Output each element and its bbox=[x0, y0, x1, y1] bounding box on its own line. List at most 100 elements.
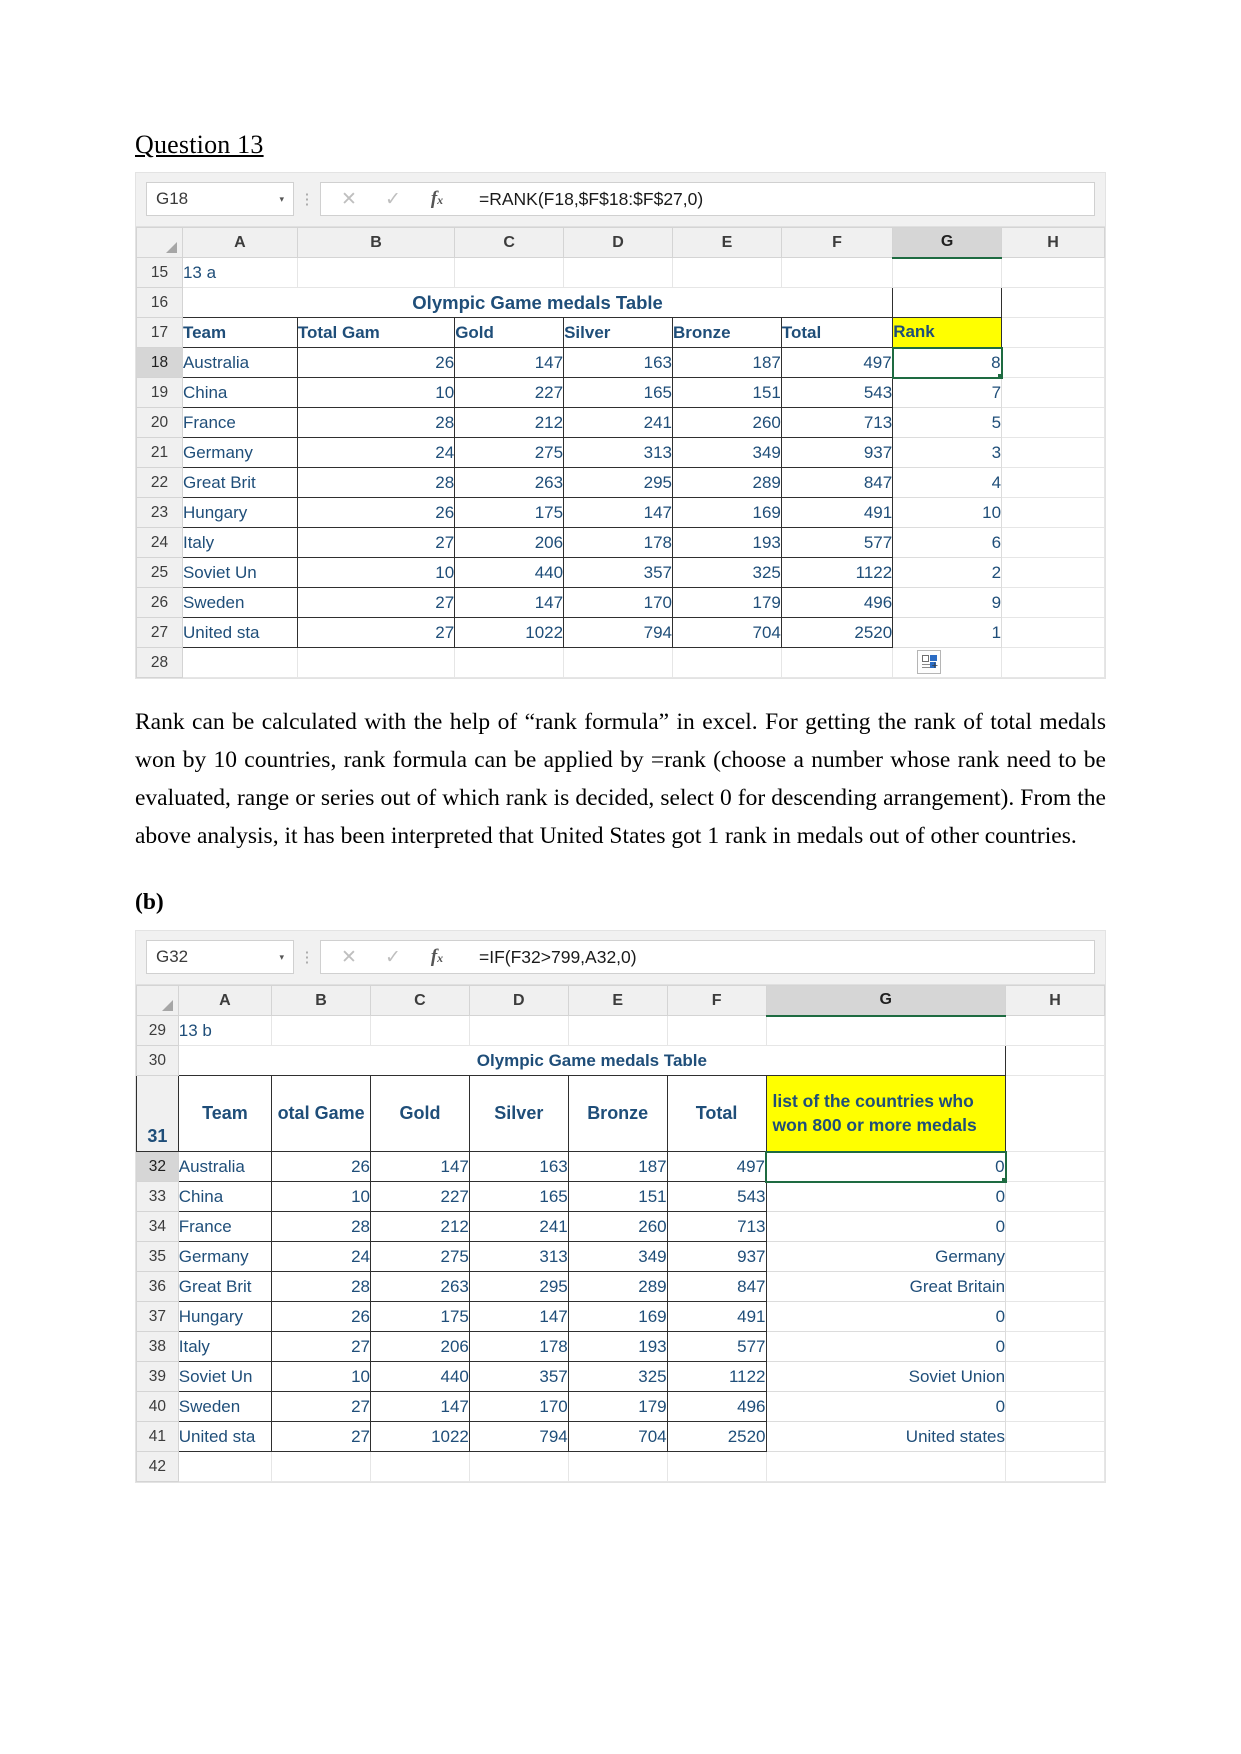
header-total[interactable]: Total bbox=[780, 317, 894, 348]
cell-team[interactable]: Germany bbox=[177, 1241, 273, 1272]
cell-games[interactable]: 24 bbox=[271, 1241, 372, 1272]
cell-team[interactable]: China bbox=[177, 1181, 273, 1212]
row-header-29[interactable]: 29 bbox=[136, 1015, 179, 1046]
row-header-32[interactable]: 32 bbox=[136, 1151, 179, 1182]
cell-total[interactable]: 713 bbox=[780, 407, 894, 438]
cell-h34[interactable] bbox=[1005, 1211, 1105, 1242]
cell-games[interactable]: 26 bbox=[296, 347, 456, 378]
confirm-icon[interactable]: ✓ bbox=[371, 946, 415, 969]
cell-h36[interactable] bbox=[1005, 1271, 1105, 1302]
cell-h33[interactable] bbox=[1005, 1181, 1105, 1212]
row-header-15[interactable]: 15 bbox=[136, 257, 183, 288]
cell-games[interactable]: 27 bbox=[271, 1391, 372, 1422]
cell-team[interactable]: Soviet Un bbox=[177, 1361, 273, 1392]
autofill-options-icon[interactable]: + bbox=[917, 650, 942, 674]
cell-games[interactable]: 28 bbox=[271, 1211, 372, 1242]
cell-c28[interactable] bbox=[454, 647, 565, 678]
cell-total[interactable]: 497 bbox=[666, 1151, 767, 1182]
header-bronze[interactable]: Bronze bbox=[567, 1075, 668, 1152]
cell-h24[interactable] bbox=[1001, 527, 1105, 558]
cell-gold[interactable]: 175 bbox=[454, 497, 565, 528]
header-rank[interactable]: Rank bbox=[892, 317, 1003, 348]
cell-games[interactable]: 24 bbox=[296, 437, 456, 468]
cell-result[interactable]: 0 bbox=[765, 1211, 1007, 1242]
table-title-a[interactable]: Olympic Game medals Table bbox=[181, 287, 894, 318]
column-header-b[interactable]: B bbox=[271, 985, 372, 1016]
cell-f29[interactable] bbox=[666, 1015, 767, 1046]
cell-bronze[interactable]: 151 bbox=[567, 1181, 668, 1212]
row-header-31[interactable]: 31 bbox=[136, 1075, 179, 1152]
chevron-down-icon[interactable]: ▾ bbox=[279, 194, 284, 205]
cell-h21[interactable] bbox=[1001, 437, 1105, 468]
cell-team[interactable]: Great Brit bbox=[177, 1271, 273, 1302]
cell-h16[interactable] bbox=[1001, 287, 1105, 318]
cell-gold[interactable]: 206 bbox=[454, 527, 565, 558]
cell-team[interactable]: Australia bbox=[181, 347, 298, 378]
row-header-18[interactable]: 18 bbox=[136, 347, 183, 378]
cell-total[interactable]: 496 bbox=[780, 587, 894, 618]
column-header-f[interactable]: F bbox=[666, 985, 767, 1016]
cell-h40[interactable] bbox=[1005, 1391, 1105, 1422]
column-header-f[interactable]: F bbox=[780, 227, 894, 258]
cell-result[interactable]: 0 bbox=[765, 1391, 1007, 1422]
cell-silver[interactable]: 178 bbox=[468, 1331, 569, 1362]
cell-gold[interactable]: 175 bbox=[370, 1301, 470, 1332]
cell-gold[interactable]: 147 bbox=[454, 347, 565, 378]
row-header-19[interactable]: 19 bbox=[136, 377, 183, 408]
cell-total[interactable]: 937 bbox=[780, 437, 894, 468]
more-options-icon[interactable]: ⋮ bbox=[294, 950, 320, 965]
cell-team[interactable]: France bbox=[177, 1211, 273, 1242]
row-header-42[interactable]: 42 bbox=[136, 1451, 179, 1482]
cell-result[interactable]: 0 bbox=[765, 1331, 1007, 1362]
cell-total[interactable]: 577 bbox=[666, 1331, 767, 1362]
row-header-37[interactable]: 37 bbox=[136, 1301, 179, 1332]
name-box-b[interactable]: G32 ▾ bbox=[146, 940, 294, 974]
row-header-30[interactable]: 30 bbox=[136, 1045, 179, 1076]
column-header-h[interactable]: H bbox=[1005, 985, 1105, 1016]
cell-bronze[interactable]: 289 bbox=[671, 467, 782, 498]
cell-team[interactable]: Great Brit bbox=[181, 467, 298, 498]
cell-result[interactable]: United states bbox=[765, 1421, 1007, 1452]
column-header-c[interactable]: C bbox=[454, 227, 565, 258]
header-gold[interactable]: Gold bbox=[454, 317, 565, 348]
cell-silver[interactable]: 313 bbox=[563, 437, 673, 468]
cell-gold[interactable]: 1022 bbox=[370, 1421, 470, 1452]
cell-games[interactable]: 27 bbox=[271, 1331, 372, 1362]
header-team[interactable]: Team bbox=[177, 1075, 273, 1152]
row-header-33[interactable]: 33 bbox=[136, 1181, 179, 1212]
column-header-h[interactable]: H bbox=[1001, 227, 1105, 258]
cell-total[interactable]: 496 bbox=[666, 1391, 767, 1422]
cell-e15[interactable] bbox=[671, 257, 782, 288]
cell-total[interactable]: 2520 bbox=[666, 1421, 767, 1452]
cell-a42[interactable] bbox=[177, 1451, 273, 1482]
confirm-icon[interactable]: ✓ bbox=[371, 188, 415, 211]
cell-bronze[interactable]: 187 bbox=[671, 347, 782, 378]
cell-g15[interactable] bbox=[892, 257, 1003, 288]
column-header-c[interactable]: C bbox=[370, 985, 470, 1016]
cell-games[interactable]: 28 bbox=[296, 467, 456, 498]
cell-silver[interactable]: 241 bbox=[563, 407, 673, 438]
cell-bronze[interactable]: 349 bbox=[671, 437, 782, 468]
cell-gold[interactable]: 275 bbox=[454, 437, 565, 468]
cell-b28[interactable] bbox=[296, 647, 456, 678]
cell-bronze[interactable]: 704 bbox=[671, 617, 782, 648]
cell-team[interactable]: Australia bbox=[177, 1151, 273, 1182]
cell-e29[interactable] bbox=[567, 1015, 668, 1046]
cell-total[interactable]: 491 bbox=[666, 1301, 767, 1332]
cell-silver[interactable]: 170 bbox=[468, 1391, 569, 1422]
cell-silver[interactable]: 313 bbox=[468, 1241, 569, 1272]
cell-result[interactable]: Germany bbox=[765, 1241, 1007, 1272]
cell-result-selected[interactable]: 0 bbox=[765, 1150, 1007, 1183]
cell-h29[interactable] bbox=[1005, 1015, 1105, 1046]
cell-c42[interactable] bbox=[370, 1451, 470, 1482]
cell-e28[interactable] bbox=[671, 647, 782, 678]
cell-total[interactable]: 937 bbox=[666, 1241, 767, 1272]
cell-games[interactable]: 28 bbox=[296, 407, 456, 438]
cell-games[interactable]: 10 bbox=[296, 557, 456, 588]
column-header-b[interactable]: B bbox=[296, 227, 456, 258]
row-header-25[interactable]: 25 bbox=[136, 557, 183, 588]
cell-team[interactable]: Soviet Un bbox=[181, 557, 298, 588]
cell-rank[interactable]: 10 bbox=[892, 497, 1003, 528]
cell-total[interactable]: 1122 bbox=[780, 557, 894, 588]
cell-result[interactable]: 0 bbox=[765, 1181, 1007, 1212]
